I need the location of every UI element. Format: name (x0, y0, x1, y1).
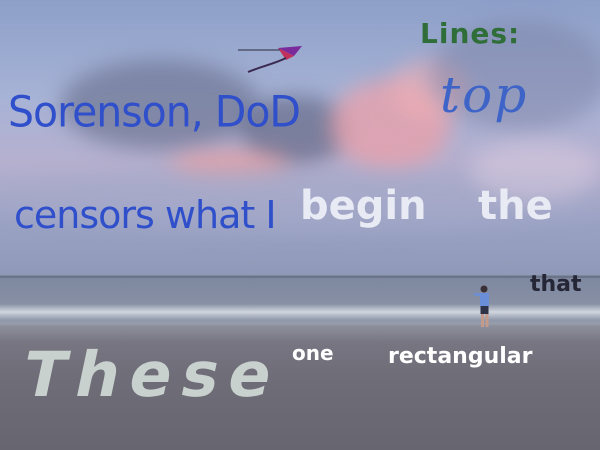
wave-foam (0, 304, 600, 320)
overlay-line-sorenson: Sorenson, DoD (8, 86, 301, 138)
kite-icon (238, 46, 302, 73)
overlay-word-that: that (530, 272, 582, 297)
person-flying-kite (473, 285, 489, 327)
photo-scene: Lines: top Sorenson, DoD censors what I … (0, 0, 600, 450)
horizon-line (0, 276, 600, 278)
overlay-word-lines: Lines: (420, 17, 521, 50)
overlay-word-one: one (292, 341, 334, 365)
overlay-line-censors: censors what I (14, 193, 277, 237)
overlay-word-the: the (478, 183, 553, 229)
overlay-word-these: These (16, 338, 290, 411)
overlay-word-top: top (440, 66, 529, 124)
overlay-word-rectangular: rectangular (388, 344, 533, 369)
overlay-word-begin: begin (300, 183, 427, 229)
